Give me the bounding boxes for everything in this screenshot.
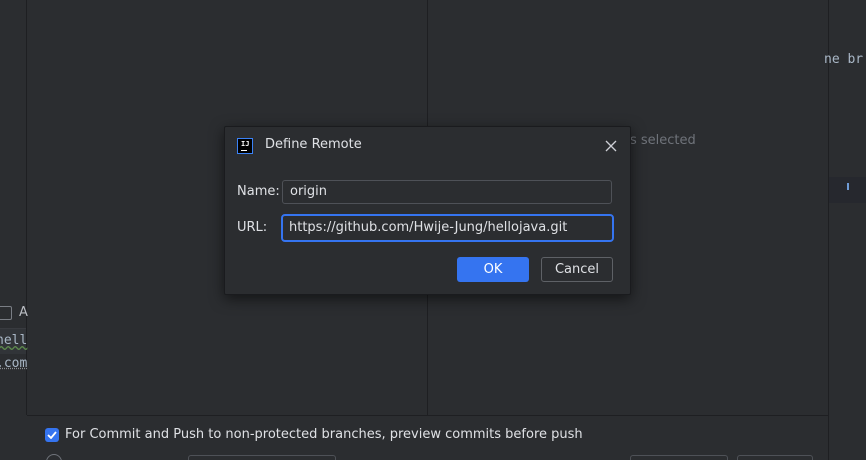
name-label: Name: (237, 184, 280, 199)
preview-commits-checkbox[interactable] (45, 428, 59, 442)
left-code-line: .com (0, 356, 28, 371)
intellij-idea-icon-text: IJ (241, 140, 250, 148)
url-label: URL: (237, 220, 268, 235)
name-input[interactable]: origin (282, 180, 612, 204)
intellij-idea-icon: IJ (237, 138, 253, 154)
left-code-line: hell (0, 333, 28, 348)
intellij-idea-icon-bar (241, 150, 247, 151)
bottom-action-button[interactable] (630, 455, 728, 460)
left-checkbox-label: A (19, 305, 28, 320)
far-right-highlight-row (829, 177, 866, 203)
left-side-strip (0, 0, 26, 460)
empty-state-text: s selected (630, 133, 696, 148)
bottom-action-button[interactable] (737, 455, 813, 460)
cancel-button[interactable]: Cancel (541, 257, 613, 282)
close-icon[interactable] (604, 139, 618, 153)
checkmark-icon (47, 431, 57, 439)
url-input[interactable]: https://github.com/Hwije-Jung/hellojava.… (281, 214, 614, 242)
right-pane-text-fragment: ne br (824, 52, 864, 67)
far-right-panel (829, 0, 866, 460)
ok-button[interactable]: OK (457, 257, 529, 282)
define-remote-dialog: IJ Define Remote Name: origin URL: https… (224, 126, 631, 295)
bottom-combobox[interactable] (188, 455, 336, 460)
left-checkbox[interactable] (0, 306, 12, 320)
caret-marker (847, 183, 849, 190)
preview-commits-label[interactable]: For Commit and Push to non-protected bra… (65, 427, 583, 442)
dialog-title: Define Remote (265, 137, 362, 152)
